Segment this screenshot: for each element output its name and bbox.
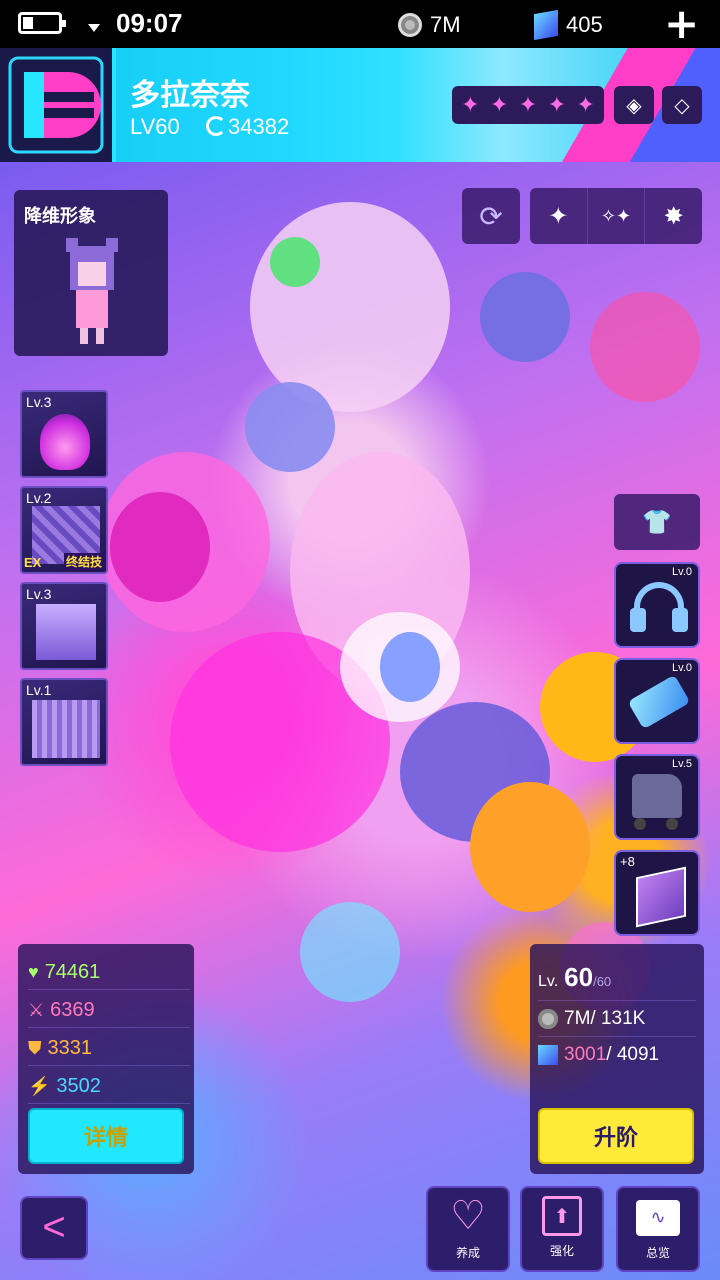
skill-tile-1[interactable]: Lv.3 xyxy=(20,390,108,478)
character-level: LV60 xyxy=(130,114,180,139)
roller-skate-icon xyxy=(632,774,682,818)
sprite-panel-title: 降维形象 xyxy=(24,206,96,227)
coin-cost: 7M/ 131K xyxy=(564,1007,646,1029)
clock: 09:07 xyxy=(116,8,183,38)
character-header: 多拉奈奈 LV60 34382 ✦ ✦ ✦ ✦ ✦ ◈ ◇ xyxy=(0,48,720,162)
sparkle-three-button[interactable]: ✸ xyxy=(645,188,702,244)
shirt-icon: 👕 xyxy=(642,508,672,536)
level-label: Lv. xyxy=(538,973,559,990)
skill-level: Lv.3 xyxy=(26,586,52,602)
ascend-button[interactable]: 升阶 xyxy=(538,1108,694,1164)
sword-icon: ⚔ xyxy=(28,1000,45,1020)
wifi-icon xyxy=(88,24,100,32)
details-button[interactable]: 详情 xyxy=(28,1108,184,1164)
cube-have: 3001 xyxy=(564,1043,607,1065)
faction-icon[interactable]: ◈ xyxy=(614,86,654,124)
equip-slot-book[interactable]: +8 xyxy=(614,850,700,936)
stats-panel: ♥ 74461 ⚔ 6369 ⛊ 3331 ⚡ 3502 详情 xyxy=(18,944,194,1174)
cube-need: / 4091 xyxy=(606,1043,660,1065)
star-icon: ✦ xyxy=(547,92,566,118)
hp-value: 74461 xyxy=(44,961,101,983)
star-icon: ✦ xyxy=(576,92,595,118)
train-button[interactable]: ♡ 养成 xyxy=(426,1186,510,1272)
cube-icon xyxy=(538,1044,558,1065)
star-icon: ✦ xyxy=(489,92,509,118)
pixel-sprite xyxy=(62,238,122,346)
coin-icon xyxy=(538,1008,558,1029)
stat-defense: ⛊ 3331 xyxy=(28,1032,190,1066)
coin-cost-row: 7M/ 131K xyxy=(538,1000,696,1032)
overview-label: 总览 xyxy=(645,1246,670,1260)
coin-count: 7M xyxy=(430,12,461,37)
skill-level: Lv.3 xyxy=(26,394,52,410)
add-currency-button[interactable]: + xyxy=(664,0,699,48)
stat-hp: ♥ 74461 xyxy=(28,956,190,990)
refresh-button[interactable]: ⟳ xyxy=(462,188,520,244)
battery-icon xyxy=(18,12,66,34)
power-icon xyxy=(206,116,226,136)
book-icon xyxy=(636,866,686,928)
folder-icon: ∿ xyxy=(636,1200,680,1236)
overview-button[interactable]: ∿ 总览 xyxy=(616,1186,700,1272)
back-button[interactable]: < xyxy=(20,1196,88,1260)
equip-slot-skates[interactable]: Lv.5 xyxy=(614,754,700,840)
star-rating: ✦ ✦ ✦ ✦ ✦ xyxy=(452,86,604,124)
chip-icon: ⬆ xyxy=(542,1196,582,1236)
skill-level: Lv.1 xyxy=(26,682,52,698)
lightning-icon: ⚡ xyxy=(28,1076,51,1096)
skill-tile-4[interactable]: Lv.1 xyxy=(20,678,108,766)
shield-icon: ⛊ xyxy=(28,1038,42,1058)
heartbeat-icon: ♥ xyxy=(28,962,39,982)
skill-level: Lv.2 xyxy=(26,490,52,506)
sparkle-one-button[interactable]: ✦ xyxy=(530,188,588,244)
equip-level: Lv.0 xyxy=(672,662,692,674)
ex-badge: EX xyxy=(24,555,42,570)
status-bar: 09:07 7M 405 + xyxy=(0,0,720,48)
gem-count: 405 xyxy=(566,12,603,37)
refresh-icon: ⟳ xyxy=(479,199,503,233)
skill-tile-3[interactable]: Lv.3 xyxy=(20,582,108,670)
cube-cost-row: 3001 / 4091 xyxy=(538,1036,696,1068)
stat-attack: ⚔ 6369 xyxy=(28,994,190,1028)
class-icon[interactable]: ◇ xyxy=(662,86,702,124)
equip-level: Lv.5 xyxy=(672,758,692,770)
level-max: /60 xyxy=(593,974,612,989)
upgrade-panel: Lv. 60 /60 7M/ 131K 3001 / 4091 升阶 xyxy=(530,944,704,1174)
star-icon: ✦ xyxy=(461,92,480,118)
gem-icon xyxy=(534,9,558,41)
skill-tile-2[interactable]: Lv.2 EX 终结技 xyxy=(20,486,108,574)
finisher-badge: 终结技 xyxy=(63,553,104,570)
battery-item-icon xyxy=(627,674,691,730)
attack-value: 6369 xyxy=(50,999,95,1021)
train-label: 养成 xyxy=(455,1246,480,1260)
character-name: 多拉奈奈 xyxy=(130,78,250,113)
stat-speed: ⚡ 3502 xyxy=(28,1070,190,1104)
power-value: 34382 xyxy=(228,114,290,139)
outfit-button[interactable]: 👕 xyxy=(614,494,700,550)
equip-level: Lv.0 xyxy=(672,566,692,578)
enhance-label: 强化 xyxy=(549,1244,574,1258)
speed-value: 3502 xyxy=(56,1075,101,1097)
sparkle-two-button[interactable]: ✧✦ xyxy=(588,188,646,244)
sprite-panel[interactable]: 降维形象 xyxy=(14,190,168,356)
defense-value: 3331 xyxy=(47,1037,93,1059)
enhance-button[interactable]: ⬆ 强化 xyxy=(520,1186,604,1272)
equip-slot-headphones[interactable]: Lv.0 xyxy=(614,562,700,648)
level-display: Lv. 60 /60 xyxy=(538,962,611,993)
effect-selector: ✦ ✧✦ ✸ xyxy=(530,188,702,244)
level-value: 60 xyxy=(564,962,594,992)
star-icon: ✦ xyxy=(518,92,538,118)
character-logo xyxy=(0,48,116,162)
coin-icon xyxy=(398,13,422,37)
equip-level: +8 xyxy=(620,854,635,869)
heart-icon: ♡ xyxy=(450,1193,486,1239)
equip-slot-battery[interactable]: Lv.0 xyxy=(614,658,700,744)
